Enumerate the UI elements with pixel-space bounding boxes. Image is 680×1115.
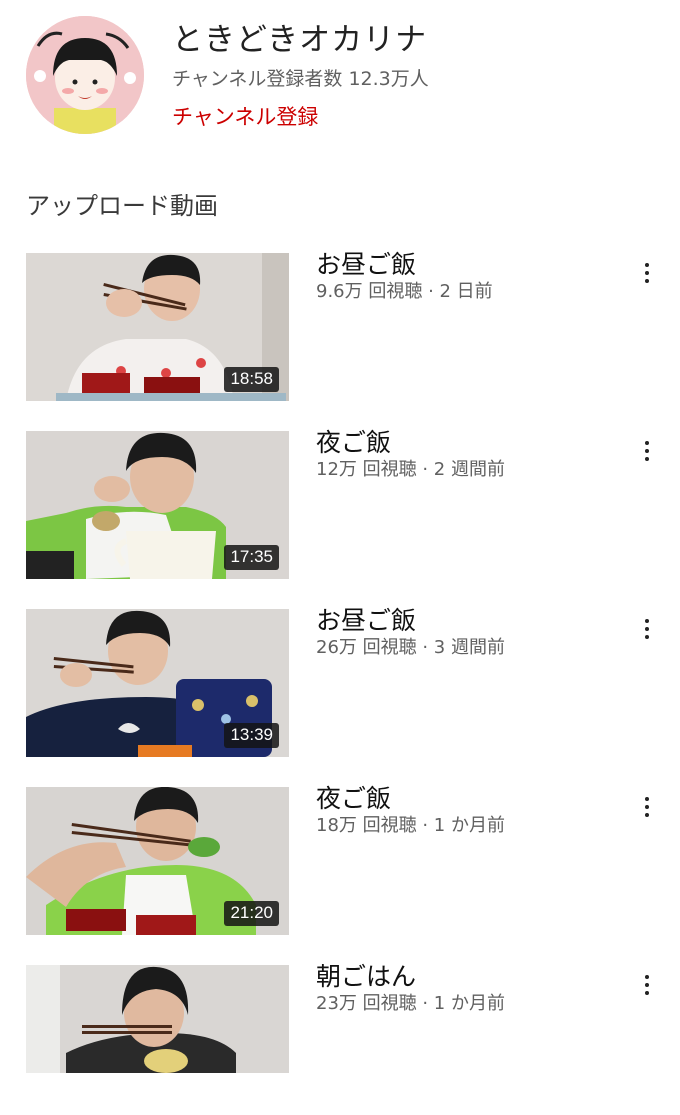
video-meta: 26万 回視聴 · 3 週間前 — [316, 637, 505, 658]
video-meta: 18万 回視聴 · 1 か月前 — [316, 815, 505, 836]
more-vert-icon[interactable] — [632, 791, 662, 823]
video-meta: 9.6万 回視聴 · 2 日前 — [316, 281, 493, 302]
video-item[interactable]: 朝ごはん 23万 回視聴 · 1 か月前 — [0, 962, 680, 1115]
video-duration: 21:20 — [224, 901, 279, 926]
video-thumbnail[interactable] — [26, 965, 289, 1073]
video-title[interactable]: 朝ごはん — [316, 962, 416, 992]
channel-avatar[interactable] — [26, 16, 144, 134]
video-meta: 23万 回視聴 · 1 か月前 — [316, 993, 505, 1014]
video-thumbnail[interactable]: 17:35 — [26, 431, 289, 579]
video-meta: 12万 回視聴 · 2 週間前 — [316, 459, 505, 480]
video-thumbnail[interactable]: 21:20 — [26, 787, 289, 935]
section-title: アップロード動画 — [26, 192, 218, 220]
more-vert-icon[interactable] — [632, 435, 662, 467]
video-duration: 18:58 — [224, 367, 279, 392]
video-thumbnail[interactable]: 18:58 — [26, 253, 289, 401]
video-item[interactable]: 17:35 夜ご飯 12万 回視聴 · 2 週間前 — [0, 428, 680, 581]
more-vert-icon[interactable] — [632, 257, 662, 289]
subscriber-count: チャンネル登録者数 12.3万人 — [172, 68, 429, 90]
video-duration: 13:39 — [224, 723, 279, 748]
video-thumbnail[interactable]: 13:39 — [26, 609, 289, 757]
video-title[interactable]: 夜ご飯 — [316, 428, 391, 458]
video-item[interactable]: 13:39 お昼ご飯 26万 回視聴 · 3 週間前 — [0, 606, 680, 759]
video-title[interactable]: お昼ご飯 — [316, 606, 416, 636]
video-title[interactable]: お昼ご飯 — [316, 250, 416, 280]
video-item[interactable]: 18:58 お昼ご飯 9.6万 回視聴 · 2 日前 — [0, 250, 680, 403]
video-duration: 17:35 — [224, 545, 279, 570]
more-vert-icon[interactable] — [632, 969, 662, 1001]
channel-name: ときどきオカリナ — [172, 22, 428, 58]
video-item[interactable]: 21:20 夜ご飯 18万 回視聴 · 1 か月前 — [0, 784, 680, 937]
channel-header: ときどきオカリナ チャンネル登録者数 12.3万人 チャンネル登録 — [0, 0, 680, 150]
video-title[interactable]: 夜ご飯 — [316, 784, 391, 814]
subscribe-button[interactable]: チャンネル登録 — [172, 101, 318, 131]
more-vert-icon[interactable] — [632, 613, 662, 645]
